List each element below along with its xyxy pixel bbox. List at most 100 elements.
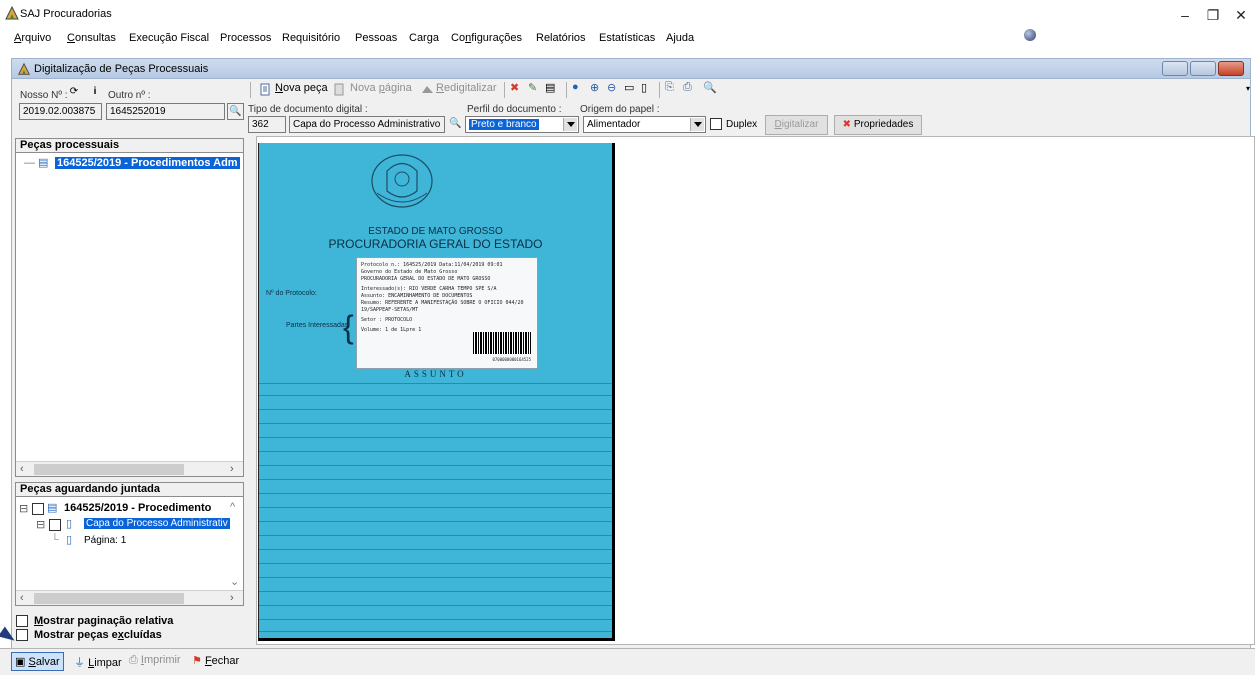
redigitalizar-button[interactable]: Redigitalizar: [436, 82, 497, 94]
delete-icon[interactable]: ✖: [510, 81, 519, 94]
scroll-right-icon[interactable]: ›: [230, 592, 234, 604]
zoom-in-icon[interactable]: ⊕: [590, 81, 599, 94]
paginacao-checkbox[interactable]: [16, 615, 28, 627]
menu-carga[interactable]: Carga: [409, 32, 439, 44]
digitalizar-button[interactable]: Digitalizar: [765, 115, 828, 135]
salvar-button[interactable]: ▣ Salvar: [11, 652, 64, 671]
rescan-icon: [422, 86, 433, 93]
node-checkbox[interactable]: [32, 503, 44, 515]
scroll-left-icon[interactable]: ‹: [20, 463, 24, 475]
fechar-button[interactable]: ⚑ Fechar: [192, 654, 239, 667]
tipo-codigo-field[interactable]: 362: [248, 116, 286, 133]
calendar-icon[interactable]: ▤: [545, 81, 555, 94]
horizontal-scrollbar[interactable]: ‹ ›: [16, 590, 243, 605]
scroll-up-icon[interactable]: ^: [230, 501, 235, 513]
chevron-down-icon: [690, 118, 704, 131]
rotate-right-icon[interactable]: ⎙: [683, 81, 692, 94]
menu-bar: Arquivo Consultas Execução Fiscal Proces…: [0, 30, 1255, 48]
excluidas-label[interactable]: Mostrar peças excluídas: [34, 629, 162, 641]
ruled-line: [259, 409, 612, 410]
toolbar-separator: [566, 82, 567, 98]
tipo-documento-field[interactable]: Capa do Processo Administrativo: [289, 116, 445, 133]
mdi-close-button[interactable]: [1218, 61, 1244, 76]
menu-arquivo[interactable]: Arquivo: [14, 32, 51, 44]
search-button[interactable]: 🔍: [227, 103, 244, 120]
ruled-line: [259, 591, 612, 592]
scroll-right-icon[interactable]: ›: [230, 463, 234, 475]
ruled-line: [259, 619, 612, 620]
minimize-button[interactable]: –: [1171, 4, 1199, 26]
help-icon[interactable]: ●: [572, 81, 579, 93]
nosso-numero-field[interactable]: 2019.02.003875: [19, 103, 102, 120]
attach-icon[interactable]: ✎: [528, 81, 537, 94]
ruled-line: [259, 507, 612, 508]
tree-line: └: [51, 534, 59, 546]
ruled-line: [259, 395, 612, 396]
menu-estatisticas[interactable]: Estatísticas: [599, 32, 655, 44]
scroll-left-icon[interactable]: ‹: [20, 592, 24, 604]
menu-ajuda[interactable]: Ajuda: [666, 32, 694, 44]
perfil-select[interactable]: Preto e branco: [465, 116, 579, 133]
paginacao-label[interactable]: Mostrar paginação relativa: [34, 615, 173, 627]
tipo-search-button[interactable]: 🔍: [447, 116, 464, 133]
preview-icon[interactable]: 🔍: [703, 81, 717, 94]
zoom-out-icon[interactable]: ⊖: [607, 81, 616, 94]
menu-processos[interactable]: Processos: [220, 32, 271, 44]
new-page-icon: [334, 83, 344, 96]
limpar-button[interactable]: ⏚ Limpar: [74, 654, 122, 670]
tree-expander[interactable]: ⊟: [19, 502, 28, 515]
close-icon: ✖: [842, 119, 852, 130]
ruled-line: [259, 437, 612, 438]
sticker-line: Governo do Estado de Mato Grosso: [361, 269, 458, 275]
outro-numero-field[interactable]: 1645252019: [106, 103, 225, 120]
scroll-thumb[interactable]: [34, 464, 184, 475]
pagina-node[interactable]: Página: 1: [84, 535, 126, 546]
sticker-line: Protocolo n.: 164525/2019 Data:11/04/201…: [361, 262, 503, 268]
rotate-left-icon[interactable]: ⎘: [665, 81, 674, 94]
ruled-line: [259, 423, 612, 424]
nova-pagina-button[interactable]: Nova página: [350, 82, 412, 94]
tree-expander[interactable]: —: [24, 157, 35, 169]
tree-expander[interactable]: ⊟: [36, 518, 45, 531]
imprimir-button[interactable]: ⎙ Imprimir: [129, 654, 181, 667]
processo-node[interactable]: 164525/2019 - Procedimentos Adm: [55, 157, 240, 169]
aguardando-node[interactable]: 164525/2019 - Procedimento: [64, 502, 211, 514]
menu-relatorios[interactable]: Relatórios: [536, 32, 586, 44]
menu-configuracoes[interactable]: Configurações: [451, 32, 522, 44]
horizontal-scrollbar[interactable]: ‹ ›: [16, 461, 243, 476]
menu-requisitorio[interactable]: Requisitório: [282, 32, 340, 44]
new-document-icon[interactable]: [259, 83, 272, 96]
ruled-line: [259, 383, 612, 384]
globe-icon[interactable]: [1024, 29, 1036, 41]
mdi-restore-button[interactable]: [1190, 61, 1216, 76]
menu-execucao-fiscal[interactable]: Execução Fiscal: [129, 32, 209, 44]
fit-page-icon[interactable]: ▯: [641, 81, 647, 94]
scroll-thumb[interactable]: [34, 593, 184, 604]
scroll-down-icon[interactable]: ⌄: [230, 575, 239, 588]
toolbar-overflow-icon[interactable]: ▾: [1246, 84, 1250, 93]
sticker-line: Interessado(s): RIO VERDE CARHA TEMPO SP…: [361, 286, 497, 292]
origem-select[interactable]: Alimentador: [583, 116, 706, 133]
fit-width-icon[interactable]: ▭: [624, 81, 634, 94]
ruled-line: [259, 465, 612, 466]
menu-pessoas[interactable]: Pessoas: [355, 32, 397, 44]
ruled-line: [259, 577, 612, 578]
app-titlebar: SAJ Procuradorias – ❐ ✕: [0, 0, 1255, 30]
ruled-line: [259, 535, 612, 536]
node-checkbox[interactable]: [49, 519, 61, 531]
info-icon[interactable]: i: [88, 86, 102, 100]
duplex-checkbox[interactable]: [710, 118, 722, 130]
nova-peca-button[interactable]: Nova peça: [275, 82, 328, 94]
exit-icon: ⚑: [192, 655, 202, 667]
restore-button[interactable]: ❐: [1199, 4, 1227, 26]
refresh-icon[interactable]: ⟳: [67, 86, 81, 100]
close-button[interactable]: ✕: [1227, 4, 1255, 26]
scan-office: PROCURADORIA GERAL DO ESTADO: [328, 237, 543, 251]
propriedades-button[interactable]: ✖ Propriedades: [834, 115, 922, 135]
scan-brace: {: [343, 309, 354, 345]
capa-node[interactable]: Capa do Processo Administrativ: [84, 518, 230, 529]
perfil-label: Perfil do documento :: [467, 104, 562, 115]
mdi-minimize-button[interactable]: [1162, 61, 1188, 76]
panel-header: Peças processuais: [16, 139, 243, 153]
menu-consultas[interactable]: Consultas: [67, 32, 116, 44]
